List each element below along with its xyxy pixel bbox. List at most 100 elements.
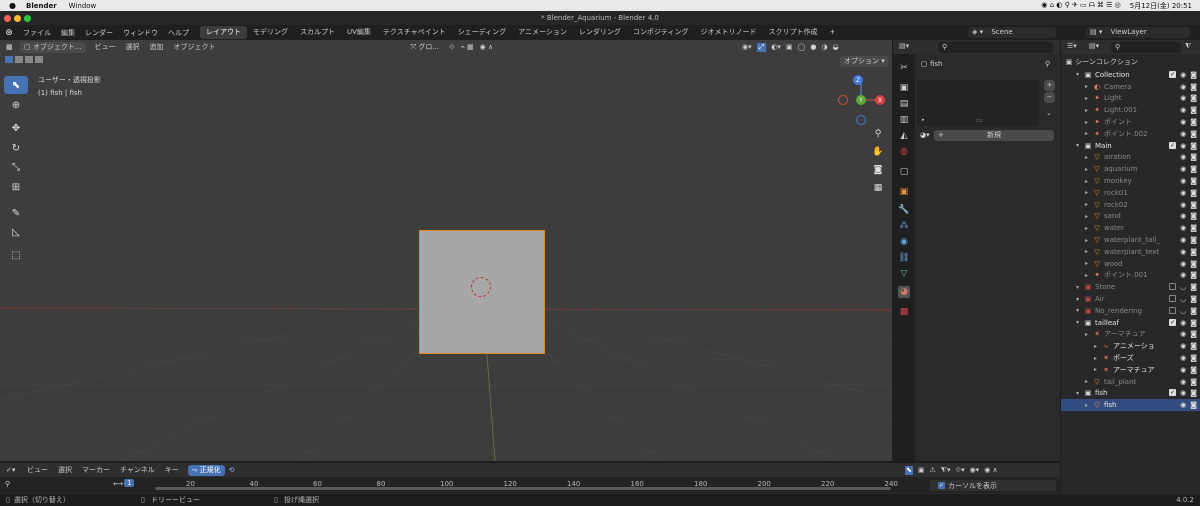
expand-toggle-icon[interactable]: ▾: [1076, 284, 1084, 291]
scene-tab-icon[interactable]: ◭: [898, 130, 910, 142]
render-camera-icon[interactable]: ◙: [1190, 71, 1197, 79]
outliner-row[interactable]: ▾ ▣ No_rendering ◡ ◙: [1061, 305, 1200, 317]
expand-toggle-icon[interactable]: ▸: [1085, 272, 1093, 279]
outliner-row[interactable]: ▾ ▣ Main ✓ ◉ ◙: [1061, 140, 1200, 152]
eye-icon[interactable]: ◉: [1180, 330, 1186, 338]
exclude-checkbox[interactable]: ✓: [1169, 389, 1177, 397]
minimize-window-button[interactable]: [14, 15, 21, 22]
expand-toggle-icon[interactable]: ▸: [1085, 189, 1093, 196]
eye-icon[interactable]: ◉: [1180, 354, 1186, 362]
xray-icon[interactable]: ▣: [786, 43, 793, 51]
tab-texture-paint[interactable]: テクスチャペイント: [377, 26, 452, 39]
expand-list-icon[interactable]: ▸: [922, 117, 925, 123]
outliner-row[interactable]: ▸ ▽ airation ◉ ◙: [1061, 152, 1200, 164]
eye-icon[interactable]: ◉: [1180, 366, 1186, 374]
outliner-row[interactable]: ▾ ▣ fish ✓ ◉ ◙: [1061, 388, 1200, 400]
viewport-options-button[interactable]: オプション ▾: [840, 56, 889, 67]
overlay-toggle-icon[interactable]: ◐▾: [771, 43, 781, 51]
filter-icon[interactable]: ⧨: [1185, 42, 1191, 51]
eye-icon[interactable]: ◉: [1180, 106, 1186, 114]
eye-icon[interactable]: ◉: [1180, 130, 1186, 138]
tab-layout[interactable]: レイアウト: [200, 26, 247, 39]
viewport-menu-select[interactable]: 選択: [121, 42, 145, 52]
apple-icon[interactable]: ●: [9, 1, 16, 10]
display-mode-icon[interactable]: ▤▾: [1089, 42, 1099, 50]
outliner-row[interactable]: ▸ ✶ ポーズ ◉ ◙: [1061, 352, 1200, 364]
expand-toggle-icon[interactable]: ▸: [1085, 260, 1093, 267]
eye-icon[interactable]: ◡: [1180, 295, 1186, 303]
expand-toggle-icon[interactable]: ▸: [1085, 201, 1093, 208]
render-camera-icon[interactable]: ◙: [1190, 378, 1197, 386]
expand-toggle-icon[interactable]: ▸: [1085, 237, 1093, 244]
expand-toggle-icon[interactable]: ▸: [1085, 95, 1093, 102]
window-menu[interactable]: Window: [69, 2, 97, 10]
rotate-tool[interactable]: ↻: [4, 139, 28, 157]
proportional-icon[interactable]: ◉ ∧: [984, 466, 997, 475]
expand-toggle-icon[interactable]: ▸: [1085, 130, 1093, 137]
world-tab-icon[interactable]: ◍: [898, 146, 910, 158]
menu-window[interactable]: ウィンドウ: [118, 28, 163, 38]
eye-icon[interactable]: ◉: [1180, 224, 1186, 232]
collection-tab-icon[interactable]: ▢: [898, 166, 910, 178]
outliner-editor-icon[interactable]: ☰▾: [1067, 42, 1077, 50]
show-hidden-icon[interactable]: ▣: [918, 466, 925, 475]
outliner-row[interactable]: ▾ ▣ tailleaf ✓ ◉ ◙: [1061, 317, 1200, 329]
list-resize-handle[interactable]: ::::: [976, 118, 983, 124]
expand-toggle-icon[interactable]: ▾: [1076, 319, 1084, 326]
outliner-row[interactable]: ▸ ✶ アーマチュア ◉ ◙: [1061, 329, 1200, 341]
expand-toggle-icon[interactable]: ▸: [1085, 331, 1093, 338]
modifier-tab-icon[interactable]: 🔧: [898, 204, 910, 216]
eye-icon[interactable]: ◉: [1180, 260, 1186, 268]
maximize-window-button[interactable]: [24, 15, 31, 22]
blender-logo-icon[interactable]: ⊛: [0, 28, 18, 38]
tab-sculpt[interactable]: スカルプト: [294, 26, 341, 39]
snap-icon[interactable]: ⌁ ▦: [461, 43, 474, 51]
eye-icon[interactable]: ◉: [1180, 342, 1186, 350]
proportional-edit-icon[interactable]: ◉ ∧: [480, 43, 493, 51]
outliner-row[interactable]: ▾ ▣ Air ◡ ◙: [1061, 293, 1200, 305]
viewport-menu-add[interactable]: 追加: [145, 42, 169, 52]
pin-icon[interactable]: ⚲: [1045, 60, 1050, 68]
select-subtract-icon[interactable]: [25, 56, 33, 63]
filter-funnel-icon[interactable]: ⧨▾: [941, 466, 951, 475]
3d-cursor-icon[interactable]: [471, 277, 491, 297]
render-camera-icon[interactable]: ◙: [1190, 118, 1197, 126]
expand-toggle-icon[interactable]: ▸: [1085, 213, 1093, 220]
timeline-menu-channel[interactable]: チャンネル: [115, 465, 160, 475]
shading-material-icon[interactable]: ◑: [821, 43, 827, 51]
timeline-ruler[interactable]: ⚲ ⟷ 1 20 40 60 80 100 120 140 160 180 200 220 240: [0, 477, 1060, 493]
render-camera-icon[interactable]: ◙: [1190, 354, 1197, 362]
eye-icon[interactable]: ◉: [1180, 201, 1186, 209]
move-tool[interactable]: ✥: [4, 119, 28, 137]
render-camera-icon[interactable]: ◙: [1190, 201, 1197, 209]
view-layer-selector[interactable]: ▤ ▾ ViewLayer: [1086, 27, 1190, 38]
particles-tab-icon[interactable]: ⁂: [898, 220, 910, 232]
render-camera-icon[interactable]: ◙: [1190, 224, 1197, 232]
new-material-button[interactable]: + 新規: [934, 130, 1054, 141]
eye-icon[interactable]: ◉: [1180, 153, 1186, 161]
outliner-row[interactable]: ▸ ▽ tail_plant ◉ ◙: [1061, 376, 1200, 388]
add-slot-button[interactable]: +: [1044, 80, 1055, 91]
tab-shading[interactable]: シェーディング: [452, 26, 513, 39]
render-camera-icon[interactable]: ◙: [1190, 307, 1197, 315]
texture-tab-icon[interactable]: ▩: [898, 306, 910, 318]
only-errors-icon[interactable]: ⚠: [930, 466, 936, 475]
outliner-row[interactable]: ▸ ▽ wood ◉ ◙: [1061, 258, 1200, 270]
eye-icon[interactable]: ◉: [1180, 94, 1186, 102]
scene-selector[interactable]: ◈ ▾ Scene: [968, 27, 1056, 38]
tab-geometry-nodes[interactable]: ジオメトリノード: [695, 26, 763, 39]
shading-rendered-icon[interactable]: ◒: [833, 43, 839, 51]
keyframe-snap-icon[interactable]: ◉▾: [970, 466, 980, 475]
exclude-checkbox[interactable]: [1169, 306, 1177, 314]
add-cube-tool[interactable]: ⬚: [4, 246, 28, 264]
gizmo-toggle-icon[interactable]: ⤢: [756, 42, 767, 52]
render-camera-icon[interactable]: ◙: [1190, 177, 1197, 185]
expand-toggle-icon[interactable]: ▾: [1076, 71, 1084, 78]
exclude-checkbox[interactable]: [1169, 295, 1177, 303]
eye-icon[interactable]: ◉: [1180, 401, 1186, 409]
outliner-row[interactable]: ▸ ▽ fish ◉ ◙: [1061, 399, 1200, 412]
editor-type-cube-icon[interactable]: ▦: [6, 43, 20, 51]
transform-tool[interactable]: ⊞: [4, 178, 28, 196]
outliner-row[interactable]: ▾ ▣ Collection ✓ ◉ ◙: [1061, 69, 1200, 81]
eye-icon[interactable]: ◉: [1180, 236, 1186, 244]
